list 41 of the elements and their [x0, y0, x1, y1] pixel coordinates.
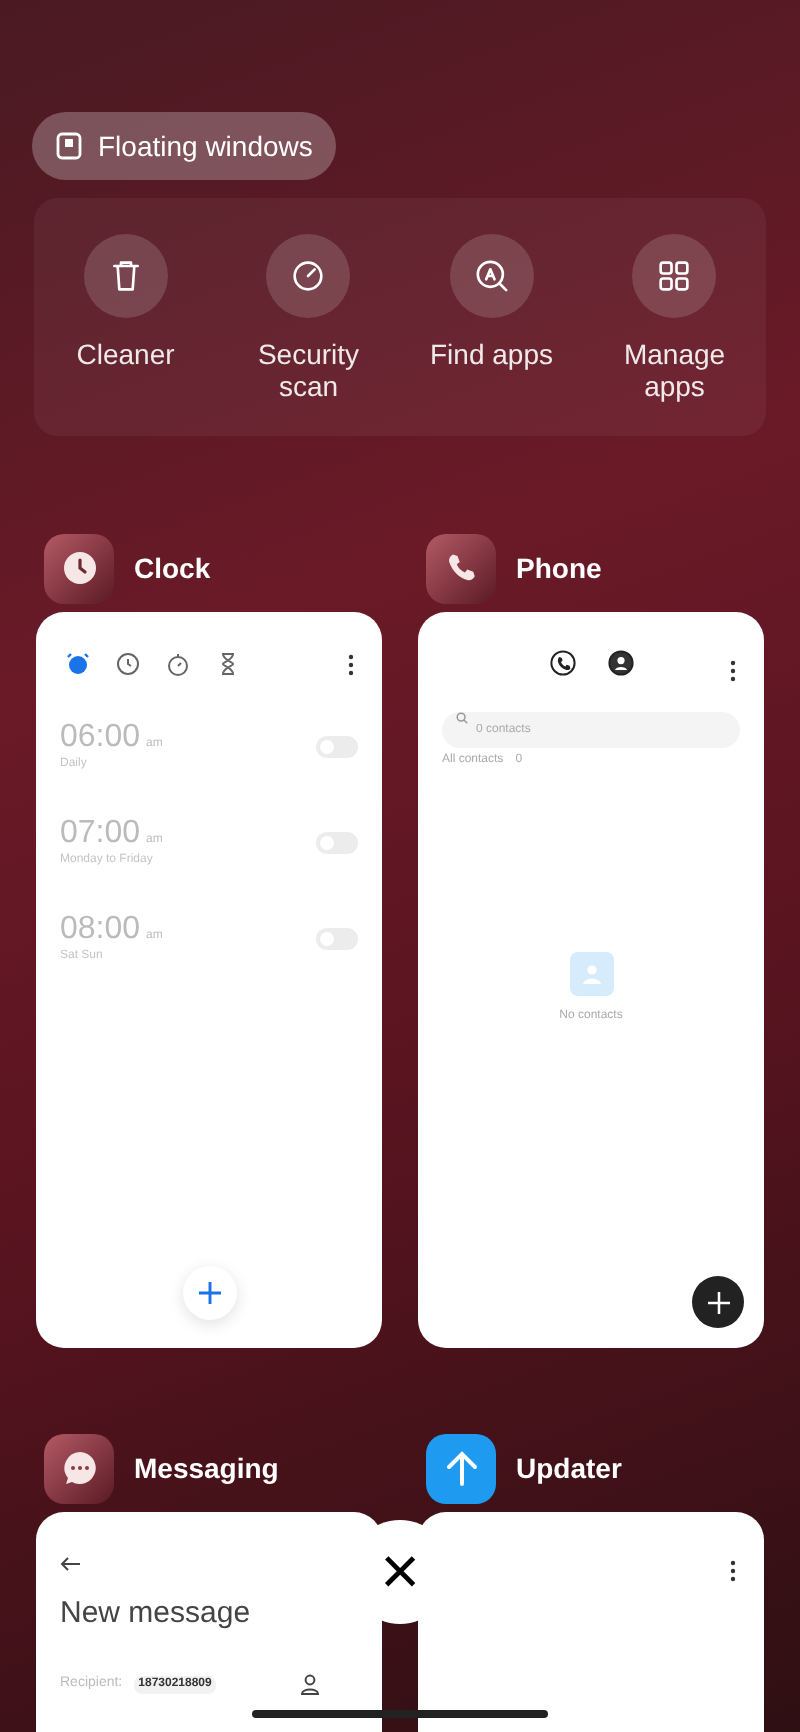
cleaner-button[interactable] — [83, 234, 168, 318]
back-icon[interactable] — [60, 1556, 80, 1572]
action-label: Find apps — [428, 338, 555, 370]
person-icon[interactable] — [299, 1673, 320, 1695]
arrow-up-icon[interactable] — [426, 1433, 496, 1503]
alarm-time: 07:00 — [60, 816, 141, 852]
person-tab-icon[interactable] — [607, 650, 633, 676]
action-label: Cleaner — [74, 338, 177, 370]
stopwatch-tab-icon[interactable] — [166, 652, 190, 676]
alarm-time: 08:00 — [60, 912, 141, 948]
more-icon[interactable] — [348, 653, 354, 675]
window-icon — [56, 132, 82, 160]
timer-tab-icon[interactable] — [216, 652, 240, 676]
alarm-tab-icon[interactable] — [66, 652, 90, 676]
chat-icon[interactable] — [44, 1433, 114, 1503]
manage-button[interactable] — [632, 234, 717, 318]
scan-button[interactable] — [266, 234, 351, 318]
search-icon — [471, 256, 512, 296]
gauge-icon — [288, 256, 329, 296]
compose-title: New message — [60, 1594, 253, 1634]
more-icon[interactable] — [730, 660, 736, 682]
clock-icon[interactable] — [44, 533, 114, 603]
plus-icon — [707, 1291, 729, 1313]
person-icon — [569, 952, 613, 996]
app-name: Phone — [516, 549, 602, 587]
grid-icon — [654, 256, 695, 296]
search-icon — [456, 712, 468, 724]
action-label: Security scan — [255, 338, 362, 402]
action-label: Manage apps — [621, 338, 728, 402]
app-name: Clock — [134, 549, 211, 587]
alarm-time: 06:00 — [60, 720, 141, 756]
find-button[interactable] — [449, 234, 534, 318]
more-icon[interactable] — [730, 1560, 736, 1582]
plus-icon — [198, 1282, 220, 1304]
phone-tab-icon[interactable] — [549, 650, 575, 676]
add-button[interactable] — [692, 1276, 744, 1328]
phone-icon[interactable] — [426, 533, 496, 603]
clock-tab-icon[interactable] — [116, 652, 140, 676]
floating-windows-button[interactable]: Floating windows — [32, 112, 337, 180]
app-name: Messaging — [134, 1449, 279, 1488]
app-name: Updater — [516, 1449, 622, 1488]
